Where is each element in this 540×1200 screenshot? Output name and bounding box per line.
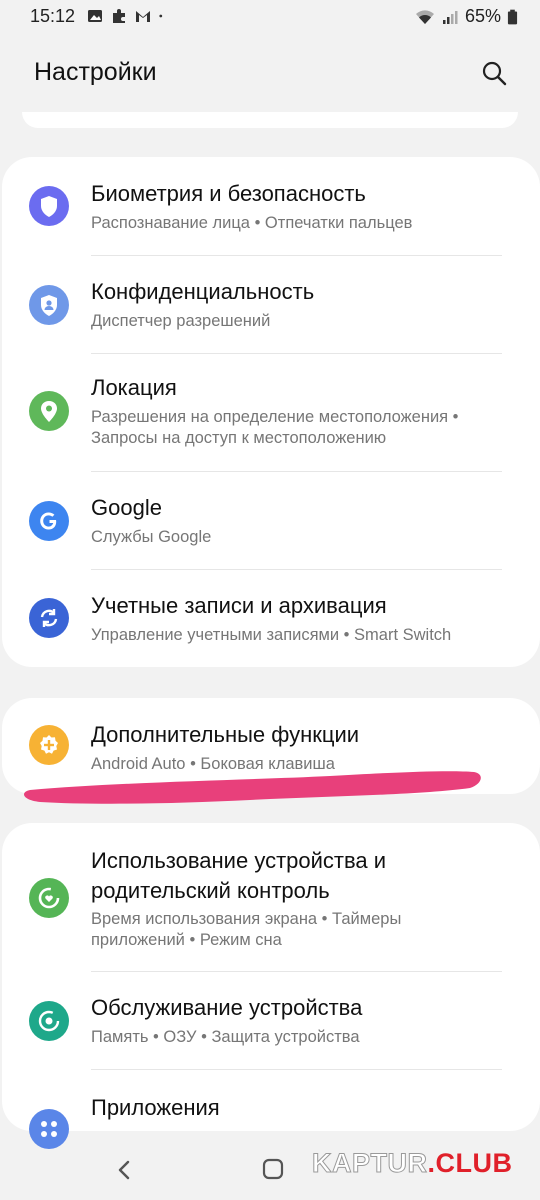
item-title: Приложения	[91, 1095, 220, 1120]
home-icon[interactable]	[258, 1154, 288, 1184]
settings-card-advanced: Дополнительные функции Android Auto • Бо…	[2, 698, 540, 794]
settings-item-privacy[interactable]: Конфиденциальность Диспетчер разрешений	[2, 255, 540, 353]
item-title-line-1: Использование устройства и	[91, 848, 387, 873]
watermark-logo: KAPTUR.CLUB	[312, 1148, 513, 1179]
settings-item-biometrics[interactable]: Биометрия и безопасность Распознавание л…	[2, 157, 540, 255]
battery-percent: 65%	[464, 6, 501, 26]
settings-item-apps[interactable]: Приложения	[2, 1069, 540, 1149]
privacy-shield-icon	[29, 285, 69, 325]
device-care-icon	[29, 1001, 69, 1041]
item-subtitle: Управление учетными записями • Smart Swi…	[91, 626, 452, 644]
item-subtitle-line-2: приложений • Режим сна	[91, 931, 282, 949]
google-g-icon	[29, 501, 69, 541]
shield-icon	[29, 186, 69, 226]
watermark-part-1: KAPTUR	[312, 1148, 428, 1179]
settings-item-location[interactable]: Локация Разрешения на определение местоп…	[2, 353, 540, 471]
status-time: 15:12	[30, 6, 76, 26]
search-button[interactable]	[476, 55, 512, 91]
settings-item-advanced-features[interactable]: Дополнительные функции Android Auto • Бо…	[2, 698, 540, 794]
dot-icon	[159, 14, 163, 18]
item-subtitle: Android Auto • Боковая клавиша	[91, 755, 335, 773]
previous-card-edge	[22, 112, 518, 128]
back-icon[interactable]	[110, 1154, 138, 1186]
watermark-part-2: .CLUB	[427, 1148, 513, 1178]
settings-item-google[interactable]: Google Службы Google	[2, 471, 540, 569]
item-subtitle: Распознавание лица • Отпечатки пальцев	[91, 214, 413, 232]
settings-card-device: Использование устройства и родительский …	[2, 823, 540, 1149]
sync-icon	[29, 598, 69, 638]
settings-card-security: Биометрия и безопасность Распознавание л…	[2, 157, 540, 667]
page-title: Настройки	[34, 58, 157, 86]
navigation-bar: KAPTUR.CLUB	[0, 1140, 540, 1200]
item-title: Обслуживание устройства	[91, 995, 363, 1020]
plus-gear-icon	[29, 725, 69, 765]
item-title: Дополнительные функции	[91, 722, 360, 747]
item-subtitle: Службы Google	[91, 528, 212, 546]
status-bar: 15:12 65%	[0, 0, 540, 36]
item-subtitle: Диспетчер разрешений	[91, 312, 271, 330]
item-title: Учетные записи и архивация	[91, 593, 387, 618]
system-icons: 65%	[415, 6, 518, 27]
settings-item-digital-wellbeing[interactable]: Использование устройства и родительский …	[2, 823, 540, 971]
search-icon	[482, 61, 507, 86]
puzzle-icon	[113, 9, 125, 23]
battery-icon	[507, 9, 518, 24]
settings-item-device-care[interactable]: Обслуживание устройства Память • ОЗУ • З…	[2, 971, 540, 1069]
gmail-icon	[136, 11, 150, 22]
signal-icon	[442, 10, 458, 24]
item-subtitle-line-1: Время использования экрана • Таймеры	[91, 910, 402, 928]
item-title: Конфиденциальность	[91, 279, 315, 304]
notification-icons	[86, 7, 168, 25]
gallery-icon	[88, 10, 102, 22]
item-title: Биометрия и безопасность	[91, 181, 366, 206]
item-subtitle-line-1: Разрешения на определение местоположения…	[91, 408, 459, 426]
wifi-icon	[415, 9, 434, 24]
item-subtitle-line-2: Запросы на доступ к местоположению	[91, 429, 387, 447]
app-header: Настройки	[0, 50, 540, 106]
location-pin-icon	[29, 391, 69, 431]
item-title: Локация	[91, 375, 177, 400]
digital-wellbeing-icon	[29, 878, 69, 918]
item-title-line-2: родительский контроль	[91, 878, 330, 903]
item-title: Google	[91, 495, 162, 520]
settings-item-accounts-backup[interactable]: Учетные записи и архивация Управление уч…	[2, 569, 540, 667]
item-subtitle: Память • ОЗУ • Защита устройства	[91, 1028, 360, 1046]
